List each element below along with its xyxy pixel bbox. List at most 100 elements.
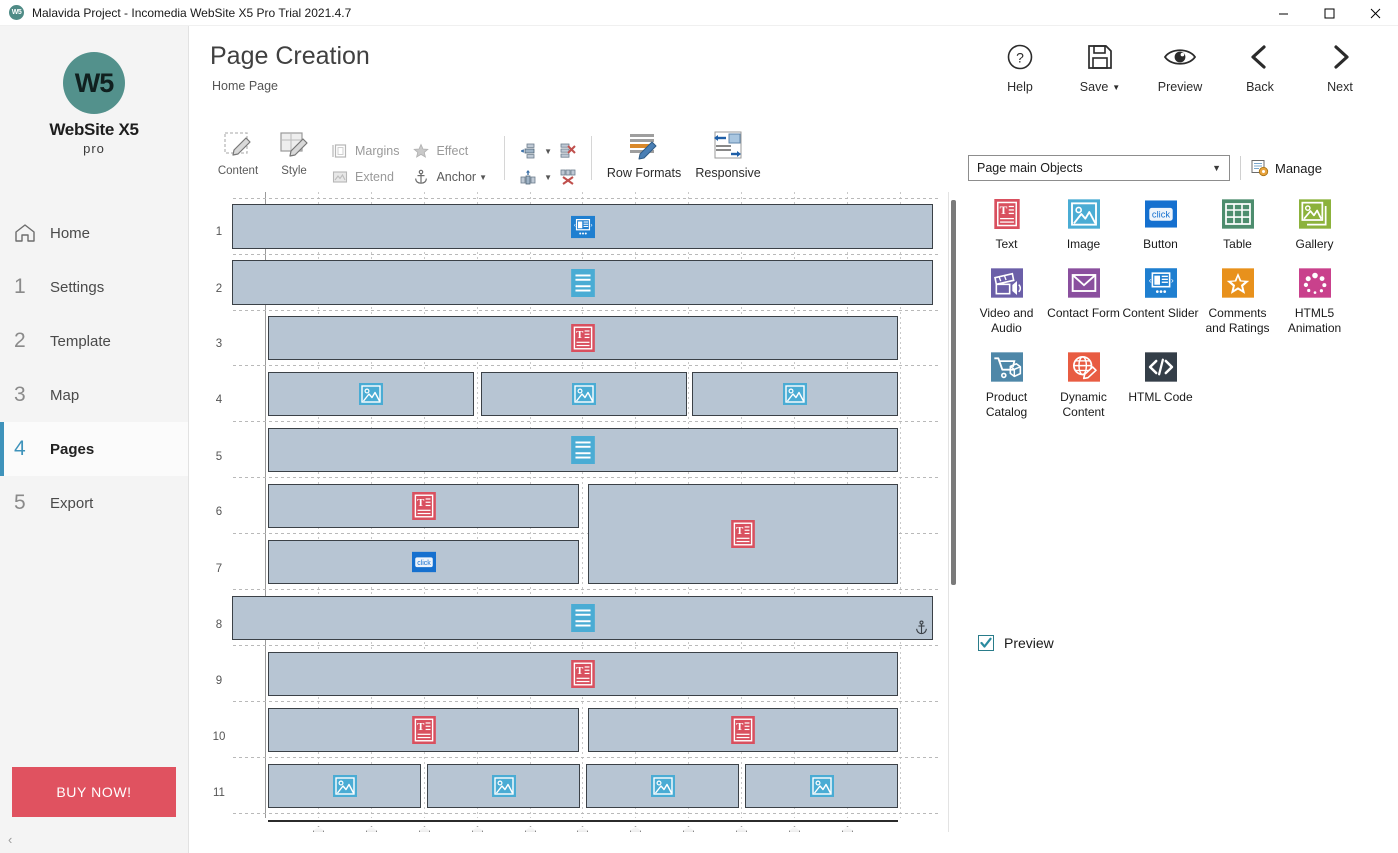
object-item-dynamic-content[interactable]: Dynamic Content: [1045, 350, 1122, 420]
logo-mark-icon: W5: [63, 52, 125, 114]
object-item-label: Product Catalog: [985, 390, 1028, 419]
grid-cell[interactable]: [481, 372, 687, 416]
object-item-product-catalog[interactable]: Product Catalog: [968, 350, 1045, 420]
object-item-video-and-audio[interactable]: Video and Audio: [968, 266, 1045, 336]
grid-cell[interactable]: T: [268, 484, 579, 528]
grid-cell[interactable]: T: [268, 708, 579, 752]
object-item-content-slider[interactable]: ‹ › Content Slider: [1122, 266, 1199, 336]
object-item-label: HTML5 Animation: [1287, 306, 1342, 335]
grid-cell[interactable]: [268, 428, 898, 472]
effect-anchor-group: Effect Anchor ▼: [411, 126, 494, 190]
grid-cell[interactable]: [427, 764, 580, 808]
next-button[interactable]: Next: [1300, 40, 1380, 94]
object-item-label: Comments and Ratings: [1205, 306, 1270, 335]
grid-cell[interactable]: T: [268, 652, 898, 696]
object-item-html5-animation[interactable]: HTML5 Animation: [1276, 266, 1353, 336]
svg-text:‹: ‹: [1148, 275, 1151, 285]
content-button[interactable]: Content: [210, 126, 266, 177]
sidebar-item-home[interactable]: Home: [0, 206, 188, 260]
sidebar-item-template[interactable]: 2 Template: [0, 314, 188, 368]
grid-cell[interactable]: [232, 596, 933, 640]
grid-cell[interactable]: [692, 372, 898, 416]
text-lines-icon: [569, 434, 597, 466]
maximize-button[interactable]: [1306, 0, 1352, 26]
column-resize-handle[interactable]: [313, 826, 324, 832]
anchor-button[interactable]: Anchor ▼: [411, 164, 494, 190]
gallery-object-icon: [1298, 197, 1332, 231]
object-category-select[interactable]: Page main Objects ▼: [968, 155, 1230, 181]
anchor-marker-icon[interactable]: [915, 620, 928, 638]
extend-button[interactable]: Extend: [330, 164, 403, 190]
sidebar-item-number: 3: [14, 383, 26, 406]
column-resize-handle[interactable]: [630, 826, 641, 832]
object-item-html-code[interactable]: HTML Code: [1122, 350, 1199, 420]
object-item-button[interactable]: click Button: [1122, 197, 1199, 252]
scrollbar-thumb[interactable]: [951, 200, 956, 585]
minimize-button[interactable]: [1260, 0, 1306, 26]
align-row-chevron-down-icon[interactable]: ▼: [541, 147, 555, 156]
column-resize-handle[interactable]: [842, 826, 853, 832]
object-item-contact-form[interactable]: Contact Form: [1045, 266, 1122, 336]
column-resize-handle[interactable]: [577, 826, 588, 832]
svg-text:T: T: [736, 525, 743, 537]
object-item-table[interactable]: Table: [1199, 197, 1276, 252]
preview-checkbox[interactable]: Preview: [978, 635, 1054, 651]
image-object-icon: [331, 770, 359, 802]
collapse-sidebar-button[interactable]: ‹: [8, 832, 12, 847]
save-button[interactable]: Save ▼: [1060, 40, 1140, 94]
page-layout-canvas[interactable]: 1 2 3 4 5 6 7 8 9 10 11 ‹ › T T Tclick T T T: [205, 192, 960, 832]
object-item-label: Image: [1066, 237, 1101, 251]
svg-text:T: T: [999, 205, 1007, 217]
object-item-gallery[interactable]: Gallery: [1276, 197, 1353, 252]
object-item-image[interactable]: Image: [1045, 197, 1122, 252]
sidebar-item-export[interactable]: 5 Export: [0, 476, 188, 530]
sidebar-item-map[interactable]: 3 Map: [0, 368, 188, 422]
style-button[interactable]: Style: [266, 126, 322, 177]
grid-cell[interactable]: ‹ ›: [232, 204, 933, 249]
effect-button[interactable]: Effect: [411, 138, 494, 164]
delete-cell-button[interactable]: [555, 165, 581, 189]
sidebar-item-pages[interactable]: 4 Pages: [0, 422, 188, 476]
manage-button[interactable]: Manage: [1251, 159, 1322, 177]
column-resize-handle[interactable]: [789, 826, 800, 832]
checkbox-icon[interactable]: [978, 635, 994, 651]
align-cell-button[interactable]: [515, 165, 541, 189]
preview-button[interactable]: Preview: [1140, 40, 1220, 94]
preview-label: Preview: [1157, 80, 1203, 94]
grid-cell[interactable]: T: [588, 484, 898, 584]
canvas-scrollbar[interactable]: [951, 200, 956, 792]
grid-cell[interactable]: [745, 764, 898, 808]
align-cell-chevron-down-icon[interactable]: ▼: [541, 173, 555, 182]
grid-cell[interactable]: T: [588, 708, 898, 752]
align-row-button[interactable]: [515, 139, 541, 163]
object-item-label: Contact Form: [1047, 306, 1120, 320]
grid-cell[interactable]: click: [268, 540, 579, 584]
column-resize-handle[interactable]: [419, 826, 430, 832]
row-guide: [233, 198, 938, 199]
grid-cell[interactable]: [268, 372, 474, 416]
column-resize-handle[interactable]: [366, 826, 377, 832]
buy-now-button[interactable]: BUY NOW!: [12, 767, 176, 817]
column-resize-handle[interactable]: [736, 826, 747, 832]
ribbon-toolbar: Content Style Margins Extend Effect Anch…: [210, 126, 950, 188]
row-formats-button[interactable]: Row Formats: [602, 126, 686, 180]
close-button[interactable]: [1352, 0, 1398, 26]
column-resize-handle[interactable]: [525, 826, 536, 832]
grid-area[interactable]: ‹ › T T Tclick T T T: [232, 192, 938, 832]
responsive-button[interactable]: Responsive: [686, 126, 770, 180]
object-item-comments-and-ratings[interactable]: Comments and Ratings: [1199, 266, 1276, 336]
column-resize-handle[interactable]: [472, 826, 483, 832]
manage-icon: [1251, 159, 1269, 177]
grid-cell[interactable]: T: [268, 316, 898, 360]
grid-cell[interactable]: [586, 764, 739, 808]
grid-cell[interactable]: [232, 260, 933, 305]
delete-row-button[interactable]: [555, 139, 581, 163]
margins-button[interactable]: Margins: [330, 138, 403, 164]
column-resize-handle[interactable]: [683, 826, 694, 832]
grid-cell[interactable]: [268, 764, 421, 808]
help-button[interactable]: ? Help: [980, 40, 1060, 94]
sidebar-item-settings[interactable]: 1 Settings: [0, 260, 188, 314]
anchor-chevron-down-icon[interactable]: ▼: [476, 173, 490, 182]
object-item-text[interactable]: T Text: [968, 197, 1045, 252]
back-button[interactable]: Back: [1220, 40, 1300, 94]
